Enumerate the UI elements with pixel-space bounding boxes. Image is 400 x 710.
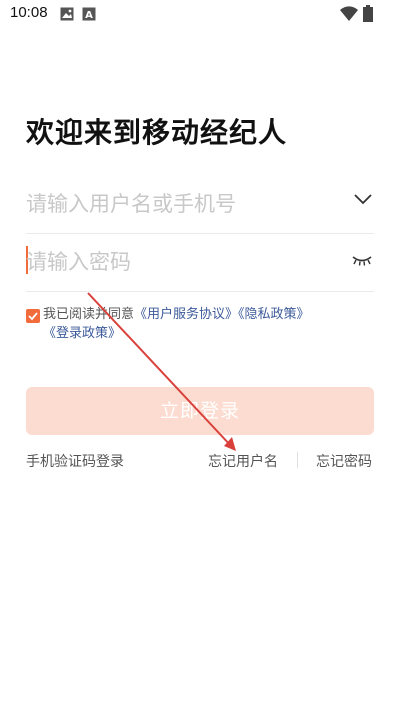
eye-closed-icon[interactable]	[352, 255, 372, 267]
svg-text:A: A	[85, 10, 93, 21]
status-bar: 10:08 A	[0, 0, 400, 30]
annotation-arrow	[87, 292, 236, 451]
login-button[interactable]: 立即登录	[26, 387, 374, 435]
login-policy-link[interactable]: 《登录政策》	[43, 326, 121, 341]
image-icon	[60, 7, 74, 21]
password-field[interactable]: 请输入密码	[26, 233, 374, 292]
battery-icon	[363, 5, 373, 22]
sms-login-link[interactable]: 手机验证码登录	[26, 451, 124, 471]
terms-link[interactable]: 《用户服务协议》	[134, 307, 238, 322]
wifi-icon	[340, 6, 358, 22]
status-time: 10:08	[10, 4, 48, 21]
chevron-down-icon[interactable]	[354, 193, 372, 205]
agreement-checkbox[interactable]	[26, 309, 40, 323]
page-title: 欢迎来到移动经纪人	[26, 116, 288, 149]
agreement-row: 我已阅读并同意《用户服务协议》《隐私政策》《登录政策》	[26, 305, 376, 343]
forgot-username-link[interactable]: 忘记用户名	[208, 451, 278, 471]
agreement-prefix: 我已阅读并同意	[43, 307, 135, 322]
username-input[interactable]: 请输入用户名或手机号	[26, 188, 236, 218]
divider	[297, 452, 298, 468]
agreement-text: 我已阅读并同意《用户服务协议》《隐私政策》《登录政策》	[43, 305, 376, 343]
privacy-link[interactable]: 《隐私政策》	[238, 307, 310, 322]
forgot-password-link[interactable]: 忘记密码	[316, 451, 372, 471]
a-icon: A	[82, 7, 96, 21]
checkmark-icon	[28, 312, 38, 321]
username-field[interactable]: 请输入用户名或手机号	[26, 175, 374, 234]
arrow-head-icon	[224, 437, 236, 451]
password-input[interactable]: 请输入密码	[26, 246, 131, 276]
